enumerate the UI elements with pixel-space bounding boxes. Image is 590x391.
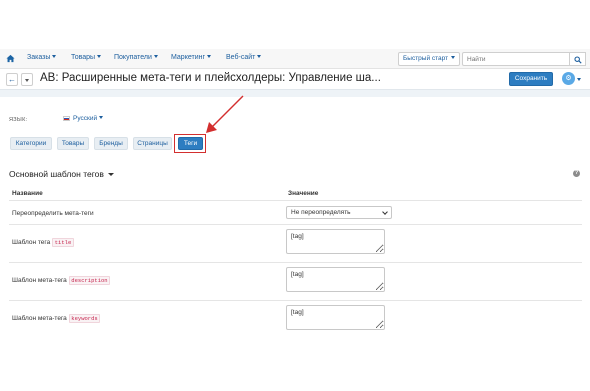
column-header-name: Название bbox=[12, 190, 43, 197]
table-divider bbox=[9, 300, 582, 301]
table-divider bbox=[9, 262, 582, 263]
gear-icon: ⚙ bbox=[562, 72, 575, 85]
header-divider bbox=[0, 89, 590, 97]
search-input[interactable] bbox=[462, 52, 570, 66]
language-select[interactable]: Русский bbox=[63, 115, 104, 122]
language-label: ЯЗЫК: bbox=[9, 117, 28, 123]
title-template-textarea[interactable]: [tag] bbox=[286, 229, 385, 254]
nav-marketing[interactable]: Маркетинг bbox=[171, 54, 212, 61]
quick-start-button[interactable]: Быстрый старт bbox=[398, 52, 460, 66]
code-tag: description bbox=[68, 276, 111, 285]
home-icon[interactable] bbox=[6, 54, 15, 63]
chevron-down-icon bbox=[207, 55, 212, 58]
row-label-override: Переопределить мета-теги bbox=[12, 210, 94, 217]
nav-orders[interactable]: Заказы bbox=[27, 54, 57, 61]
nav-products[interactable]: Товары bbox=[71, 54, 102, 61]
chevron-down-icon bbox=[257, 55, 262, 58]
russia-flag-icon bbox=[63, 115, 70, 121]
settings-dropdown-button[interactable]: ⚙ bbox=[561, 72, 583, 86]
row-label-keywords-template: Шаблон мета-тега keywords bbox=[12, 314, 101, 323]
help-icon[interactable]: ? bbox=[573, 170, 580, 177]
page-title: AB: Расширенные мета-теги и плейсхолдеры… bbox=[40, 72, 381, 84]
row-label-title-template: Шаблон тега title bbox=[12, 238, 74, 247]
history-dropdown-button[interactable] bbox=[21, 73, 33, 86]
title-bar: ← AB: Расширенные мета-теги и плейсхолде… bbox=[0, 69, 590, 89]
chevron-down-icon bbox=[153, 55, 158, 58]
save-button[interactable]: Сохранить bbox=[509, 72, 553, 86]
column-header-value: Значение bbox=[288, 190, 319, 197]
tab-categories[interactable]: Категории bbox=[10, 137, 52, 150]
chevron-down-icon bbox=[577, 78, 581, 81]
tab-products[interactable]: Товары bbox=[57, 137, 89, 150]
search-button[interactable] bbox=[570, 52, 586, 66]
nav-customers[interactable]: Покупатели bbox=[114, 54, 158, 61]
keywords-template-textarea[interactable]: [tag] bbox=[286, 305, 385, 330]
chevron-down-icon bbox=[451, 56, 456, 59]
annotation-highlight-box bbox=[174, 134, 206, 153]
code-tag: title bbox=[52, 238, 74, 247]
tab-pages[interactable]: Страницы bbox=[133, 137, 172, 150]
description-template-textarea[interactable]: [tag] bbox=[286, 267, 385, 292]
section-title[interactable]: Основной шаблон тегов bbox=[9, 169, 114, 179]
back-button[interactable]: ← bbox=[6, 73, 18, 86]
nav-website[interactable]: Веб-сайт bbox=[226, 54, 262, 61]
chevron-down-icon bbox=[99, 116, 104, 119]
tab-brands[interactable]: Бренды bbox=[94, 137, 128, 150]
chevron-down-icon bbox=[107, 173, 114, 176]
chevron-down-icon bbox=[52, 55, 57, 58]
chevron-down-icon bbox=[97, 55, 102, 58]
row-label-description-template: Шаблон мета-тега description bbox=[12, 276, 111, 285]
search-icon bbox=[574, 55, 582, 64]
override-meta-select[interactable]: Не переопределять bbox=[286, 206, 392, 219]
code-tag: keywords bbox=[68, 314, 101, 323]
table-divider bbox=[9, 224, 582, 225]
top-nav-bar: Заказы Товары Покупатели Маркетинг Веб-с… bbox=[0, 49, 590, 69]
arrow-left-icon: ← bbox=[8, 75, 16, 84]
table-divider bbox=[9, 200, 582, 201]
